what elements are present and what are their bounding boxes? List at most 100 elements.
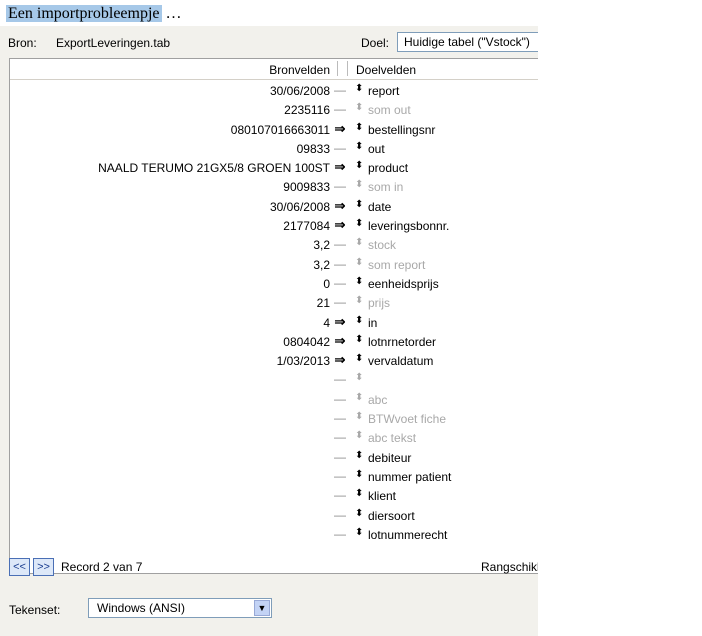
mapping-row[interactable]: — ⬍ bbox=[10, 371, 538, 390]
skip-dash-icon[interactable]: — bbox=[330, 508, 350, 522]
source-value: 3,2 bbox=[313, 238, 330, 253]
move-handle-icon[interactable]: ⬍ bbox=[355, 276, 363, 287]
next-record-button[interactable]: >> bbox=[33, 558, 54, 576]
move-handle-icon[interactable]: ⬍ bbox=[355, 353, 363, 364]
mapping-row[interactable]: NAALD TERUMO 21GX5/8 GROEN 100ST ⇒ ⬍ produc… bbox=[10, 159, 538, 178]
dropdown-arrow-icon[interactable]: ▼ bbox=[254, 600, 270, 616]
move-handle-icon[interactable]: ⬍ bbox=[355, 102, 363, 113]
skip-dash-icon[interactable]: — bbox=[330, 83, 350, 97]
move-handle-icon[interactable]: ⬍ bbox=[355, 141, 363, 152]
move-handle-icon[interactable]: ⬍ bbox=[355, 469, 363, 480]
mapping-row[interactable]: — ⬍ klient bbox=[10, 487, 538, 506]
target-table-select[interactable]: Huidige tabel ("Vstock") bbox=[397, 32, 538, 52]
mapping-row[interactable]: 09833— ⬍ out bbox=[10, 140, 538, 159]
mapping-row[interactable]: 0— ⬍ eenheidsprijs bbox=[10, 275, 538, 294]
import-arrow-icon[interactable]: ⇒ bbox=[330, 159, 350, 175]
import-arrow-icon[interactable]: ⇒ bbox=[330, 217, 350, 233]
import-arrow-icon[interactable]: ⇒ bbox=[330, 198, 350, 214]
skip-dash-icon[interactable]: — bbox=[330, 488, 350, 502]
skip-dash-icon[interactable]: — bbox=[330, 295, 350, 309]
move-handle-icon[interactable]: ⬍ bbox=[355, 488, 363, 499]
source-value: 09833 bbox=[296, 141, 330, 156]
skip-dash-icon[interactable]: — bbox=[330, 257, 350, 271]
mapping-row[interactable]: — ⬍ abc bbox=[10, 391, 538, 410]
target-field-name: diersoort bbox=[368, 508, 415, 523]
skip-dash-icon[interactable]: — bbox=[330, 411, 350, 425]
title-highlighted: Een importprobleempje bbox=[6, 5, 162, 22]
skip-dash-icon[interactable]: — bbox=[330, 392, 350, 406]
target-field-name: prijs bbox=[368, 296, 391, 311]
mapping-row[interactable]: 30/06/2008 ⇒ ⬍ date bbox=[10, 198, 538, 217]
source-value: 30/06/2008 bbox=[269, 199, 330, 214]
mapping-row[interactable]: — ⬍ debiteur bbox=[10, 449, 538, 468]
target-field-name: vervaldatum bbox=[368, 354, 434, 369]
target-field-name: eenheidsprijs bbox=[368, 276, 439, 291]
move-handle-icon[interactable]: ⬍ bbox=[355, 508, 363, 519]
skip-dash-icon[interactable]: — bbox=[330, 237, 350, 251]
mapping-rows: 30/06/2008— ⬍ report 2235116— ⬍ som out 080107… bbox=[10, 82, 538, 545]
move-handle-icon[interactable]: ⬍ bbox=[355, 83, 363, 94]
mapping-row[interactable]: — ⬍ lotnummerecht bbox=[10, 526, 538, 545]
mapping-row[interactable]: 2235116— ⬍ som out bbox=[10, 101, 538, 120]
skip-dash-icon[interactable]: — bbox=[330, 430, 350, 444]
skip-dash-icon[interactable]: — bbox=[330, 141, 350, 155]
mapping-row[interactable]: 1/03/2013 ⇒ ⬍ vervaldatum bbox=[10, 352, 538, 371]
move-handle-icon[interactable]: ⬍ bbox=[355, 392, 363, 403]
move-handle-icon[interactable]: ⬍ bbox=[355, 411, 363, 422]
target-field-name: leveringsbonnr. bbox=[368, 219, 450, 234]
previous-record-button[interactable]: << bbox=[9, 558, 30, 576]
move-handle-icon[interactable]: ⬍ bbox=[355, 160, 363, 171]
move-handle-icon[interactable]: ⬍ bbox=[355, 372, 363, 383]
mapping-row[interactable]: 2177084 ⇒ ⬍ leveringsbonnr. bbox=[10, 217, 538, 236]
mapping-row[interactable]: 3,2— ⬍ som report bbox=[10, 256, 538, 275]
source-value: 080107016663011 bbox=[230, 122, 330, 137]
move-handle-icon[interactable]: ⬍ bbox=[355, 450, 363, 461]
mapping-row[interactable]: — ⬍ abc tekst bbox=[10, 429, 538, 448]
import-arrow-icon[interactable]: ⇒ bbox=[330, 121, 350, 137]
mapping-row[interactable]: — ⬍ BTWvoet fiche bbox=[10, 410, 538, 429]
import-arrow-icon[interactable]: ⇒ bbox=[330, 352, 350, 368]
header-divider bbox=[347, 61, 348, 76]
move-handle-icon[interactable]: ⬍ bbox=[355, 218, 363, 229]
grid-header: Bronvelden Doelvelden bbox=[10, 59, 538, 80]
import-dialog: Bron: ExportLeveringen.tab Doel: Huidige… bbox=[0, 26, 538, 636]
mapping-row[interactable]: 0804042 ⇒ ⬍ lotnrnetorder bbox=[10, 333, 538, 352]
charset-value: Windows (ANSI) bbox=[97, 601, 186, 615]
mapping-row[interactable]: 080107016663011 ⇒ ⬍ bestellingsnr bbox=[10, 121, 538, 140]
source-value: 4 bbox=[323, 315, 330, 330]
skip-dash-icon[interactable]: — bbox=[330, 276, 350, 290]
charset-select[interactable]: Windows (ANSI) ▼ bbox=[88, 598, 272, 618]
skip-dash-icon[interactable]: — bbox=[330, 102, 350, 116]
header-target-fields: Doelvelden bbox=[356, 63, 417, 77]
move-handle-icon[interactable]: ⬍ bbox=[355, 237, 363, 248]
source-value: 2235116 bbox=[284, 103, 330, 118]
skip-dash-icon[interactable]: — bbox=[330, 372, 350, 386]
skip-dash-icon[interactable]: — bbox=[330, 527, 350, 541]
move-handle-icon[interactable]: ⬍ bbox=[355, 257, 363, 268]
sort-button[interactable]: Rangschikken bbox=[481, 560, 538, 574]
move-handle-icon[interactable]: ⬍ bbox=[355, 122, 363, 133]
skip-dash-icon[interactable]: — bbox=[330, 179, 350, 193]
target-field-name: report bbox=[368, 84, 400, 98]
mapping-row[interactable]: 3,2— ⬍ stock bbox=[10, 236, 538, 255]
source-value: 0 bbox=[323, 276, 330, 291]
mapping-row[interactable]: 21— ⬍ prijs bbox=[10, 294, 538, 313]
move-handle-icon[interactable]: ⬍ bbox=[355, 527, 363, 538]
move-handle-icon[interactable]: ⬍ bbox=[355, 315, 363, 326]
move-handle-icon[interactable]: ⬍ bbox=[355, 430, 363, 441]
source-label: Bron: bbox=[8, 36, 37, 50]
mapping-row[interactable]: — ⬍ diersoort bbox=[10, 507, 538, 526]
mapping-row[interactable]: 9009833— ⬍ som in bbox=[10, 178, 538, 197]
move-handle-icon[interactable]: ⬍ bbox=[355, 295, 363, 306]
skip-dash-icon[interactable]: — bbox=[330, 450, 350, 464]
mapping-row[interactable]: 30/06/2008— ⬍ report bbox=[10, 82, 538, 101]
mapping-row[interactable]: — ⬍ nummer patient bbox=[10, 468, 538, 487]
move-handle-icon[interactable]: ⬍ bbox=[355, 334, 363, 345]
move-handle-icon[interactable]: ⬍ bbox=[355, 199, 363, 210]
move-handle-icon[interactable]: ⬍ bbox=[355, 179, 363, 190]
target-field-name: bestellingsnr bbox=[368, 122, 436, 137]
mapping-row[interactable]: 4 ⇒ ⬍ in bbox=[10, 314, 538, 333]
skip-dash-icon[interactable]: — bbox=[330, 469, 350, 483]
import-arrow-icon[interactable]: ⇒ bbox=[330, 314, 350, 330]
import-arrow-icon[interactable]: ⇒ bbox=[330, 333, 350, 349]
